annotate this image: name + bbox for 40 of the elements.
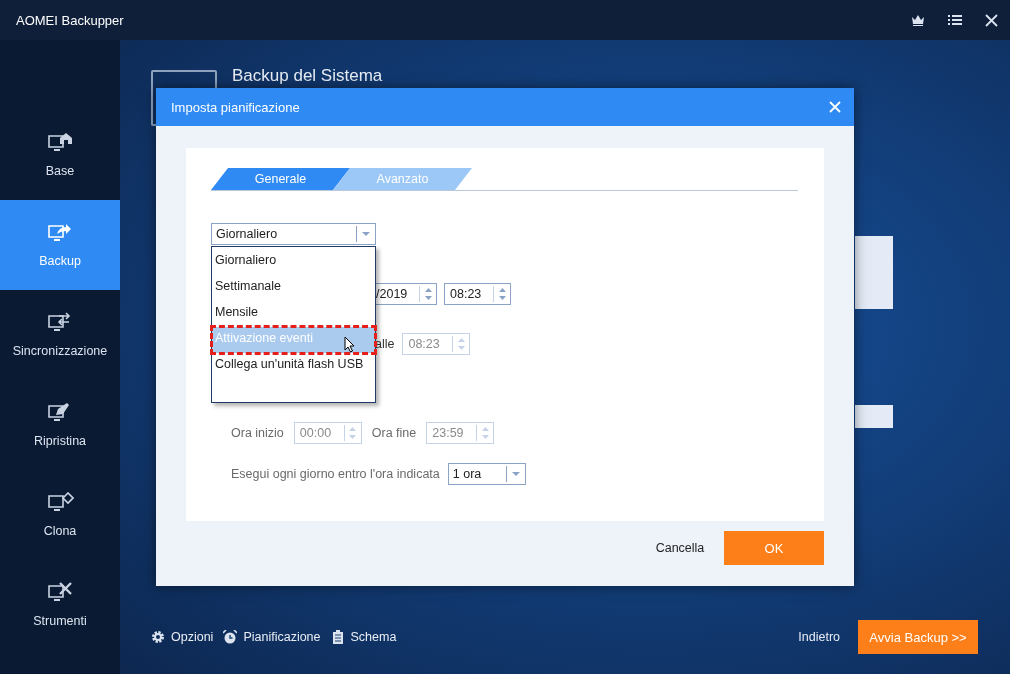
start-time-label: Ora inizio — [231, 426, 284, 440]
toolbar-link[interactable]: Opzioni — [151, 630, 214, 644]
menu-icon[interactable] — [948, 14, 962, 26]
end-time-label: Ora fine — [371, 426, 417, 440]
sidebar-item[interactable]: Ripristina — [0, 380, 120, 470]
caret-icon — [511, 472, 520, 476]
spinner-arrows-icon — [457, 338, 465, 350]
time-field[interactable]: 08:23 — [444, 283, 511, 305]
spinner-arrows-icon — [349, 427, 357, 439]
toolbar-link[interactable]: Pianificazione — [223, 630, 321, 644]
diamond-monitor-icon — [46, 492, 74, 514]
page-title: Backup del Sistema — [232, 66, 383, 86]
cursor-icon — [344, 336, 355, 353]
sidebar-item[interactable]: Clona — [0, 470, 120, 560]
back-link[interactable]: Indietro — [798, 630, 840, 644]
dropdown-option[interactable]: Collega un'unità flash USB — [212, 353, 375, 379]
sidebar-item[interactable]: Base — [0, 110, 120, 200]
share-monitor-icon — [46, 222, 74, 244]
sidebar-item[interactable]: Sincronizzazione — [0, 290, 120, 380]
path-field[interactable] — [855, 405, 893, 428]
tools-monitor-icon — [46, 582, 74, 604]
clipboard-icon — [330, 630, 345, 644]
duration-dropdown[interactable]: 1 ora — [447, 463, 526, 485]
gear-icon — [151, 630, 165, 644]
spinner-arrows-icon — [498, 288, 506, 300]
dialog-title: Imposta pianificazione — [171, 99, 300, 115]
spinner-arrows-icon — [481, 427, 489, 439]
caret-icon — [362, 232, 370, 236]
cancel-button[interactable]: Cancella — [640, 531, 720, 565]
window-title: AOMEI Backupper — [16, 12, 124, 28]
close-icon[interactable] — [985, 13, 998, 27]
dropdown-option[interactable]: Giornaliero — [212, 249, 375, 275]
toolbar-link[interactable]: Schema — [330, 630, 397, 644]
spinner-arrows-icon — [424, 288, 432, 300]
crown-icon[interactable] — [911, 14, 925, 26]
house-monitor-icon — [46, 132, 74, 154]
run-within-label: Esegui ogni giorno entro l'ora indicata — [231, 467, 440, 481]
alarm-clock-icon — [223, 630, 238, 644]
sidebar-item[interactable]: Strumenti — [0, 560, 120, 650]
frequency-dropdown[interactable]: Giornaliero — [211, 223, 376, 245]
